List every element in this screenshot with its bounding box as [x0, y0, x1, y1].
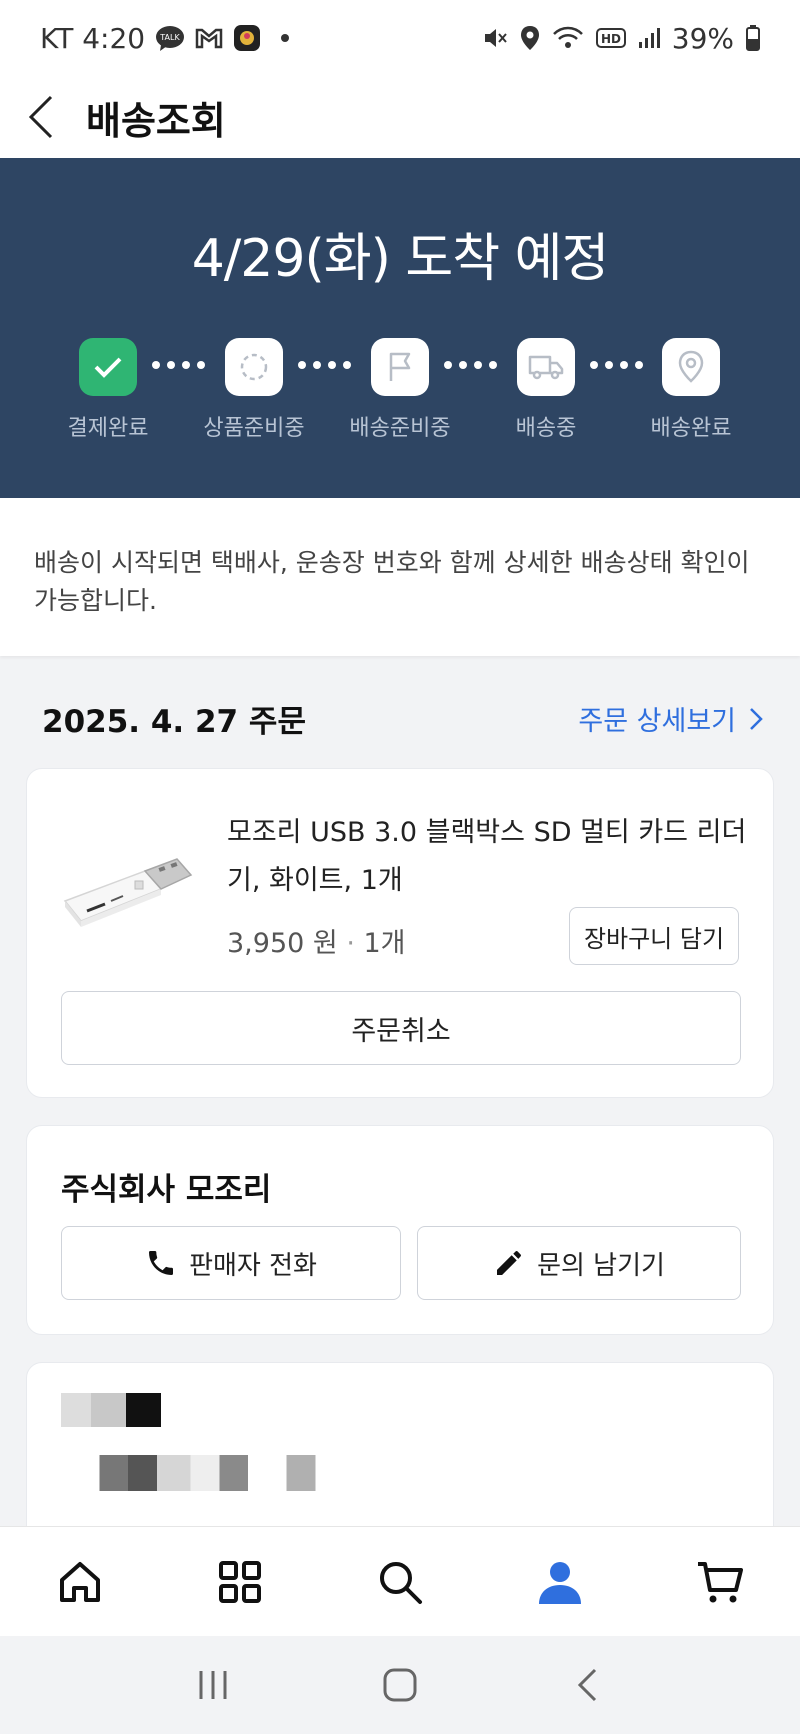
delivery-status-hero: 4/29(화) 도착 예정 결제완료 상품준비중 배송준비중 배송중 배송완료 [0, 158, 800, 498]
check-icon [79, 338, 137, 396]
svg-text:TALK: TALK [159, 33, 180, 42]
recent-apps-button[interactable] [173, 1650, 253, 1720]
step-preparing-shipment: 배송준비중 [335, 338, 465, 442]
signal-icon [638, 27, 660, 49]
recent-apps-icon [199, 1671, 227, 1699]
kakaotalk-icon: TALK [155, 25, 185, 51]
search-icon [380, 1561, 422, 1604]
order-header: 2025. 4. 27 주문 주문 상세보기 [42, 696, 764, 741]
seller-name: 주식회사 모조리 [61, 1172, 272, 1208]
category-icon [219, 1560, 261, 1603]
seller-card: 주식회사 모조리 판매자 전화 문의 남기기 [26, 1125, 774, 1335]
step-label: 상품준비중 [203, 416, 305, 441]
nav-cart[interactable] [640, 1527, 800, 1636]
svg-text:HD: HD [601, 32, 621, 46]
phone-icon [149, 1251, 174, 1275]
nav-search[interactable] [320, 1527, 480, 1636]
eta-title: 4/29(화) 도착 예정 [191, 229, 610, 289]
system-navigation [0, 1636, 800, 1734]
product-price: 3,950 원 [227, 928, 338, 959]
back-system-button[interactable] [547, 1650, 627, 1720]
more-notifications-dot [281, 34, 290, 42]
step-label: 배송중 [515, 416, 577, 441]
call-seller-button[interactable]: 판매자 전화 [61, 1226, 401, 1300]
hd-voice-icon: HD [595, 27, 626, 49]
battery-percent: 39% [671, 21, 734, 55]
cart-icon [698, 1561, 743, 1602]
gmail-icon [195, 27, 223, 49]
tracking-notice: 배송이 시작되면 택배사, 운송장 번호와 함께 상세한 배송상태 확인이 가능… [0, 498, 800, 656]
pencil-icon [497, 1251, 522, 1275]
home-system-button[interactable] [360, 1650, 440, 1720]
step-label: 결제완료 [67, 416, 149, 441]
home-square-icon [383, 1668, 417, 1702]
nav-my-page[interactable] [480, 1527, 640, 1636]
chevron-left-icon [28, 95, 53, 139]
back-button[interactable] [0, 76, 80, 158]
redacted-recipient-phone [61, 1455, 541, 1491]
nav-category[interactable] [160, 1527, 320, 1636]
step-delivered: 배송완료 [626, 338, 756, 442]
product-card: 모조리 USB 3.0 블랙박스 SD 멀티 카드 리더기, 화이트, 1개 3… [26, 768, 774, 1098]
call-seller-label: 판매자 전화 [189, 1250, 317, 1281]
product-quantity: 1개 [363, 928, 406, 959]
location-icon [520, 25, 540, 51]
step-payment-complete: 결제완료 [43, 338, 173, 442]
app-notification-icon [233, 24, 261, 52]
battery-icon [746, 25, 760, 51]
step-label: 배송완료 [650, 416, 732, 441]
step-label: 배송준비중 [349, 416, 451, 441]
wifi-icon [552, 26, 584, 50]
leave-inquiry-button[interactable]: 문의 남기기 [417, 1226, 741, 1300]
flag-icon [371, 338, 429, 396]
order-detail-link[interactable]: 주문 상세보기 [578, 699, 764, 738]
order-detail-label: 주문 상세보기 [578, 706, 736, 737]
my-page-icon [539, 1561, 581, 1604]
nav-home[interactable] [0, 1527, 160, 1636]
add-to-cart-button[interactable]: 장바구니 담기 [569, 907, 739, 965]
price-separator: · [346, 928, 364, 959]
back-chevron-icon [577, 1668, 596, 1702]
loading-circle-icon [225, 338, 283, 396]
page-title: 배송조회 [86, 98, 226, 143]
order-date: 2025. 4. 27 주문 [42, 704, 306, 740]
mute-icon [482, 26, 508, 50]
cancel-order-button[interactable]: 주문취소 [61, 991, 741, 1065]
step-preparing-product: 상품준비중 [189, 338, 319, 442]
carrier-time: KT 4:20 [40, 21, 146, 55]
product-image[interactable] [57, 829, 197, 939]
app-header: 배송조회 [0, 76, 800, 158]
location-pin-icon [662, 338, 720, 396]
status-right: HD 39% [482, 22, 760, 55]
redacted-recipient-name [61, 1393, 161, 1427]
status-bar: KT 4:20 TALK HD 39% [0, 0, 800, 76]
chevron-right-icon [750, 707, 763, 730]
product-name[interactable]: 모조리 USB 3.0 블랙박스 SD 멀티 카드 리더기, 화이트, 1개 [227, 809, 757, 905]
inquiry-label: 문의 남기기 [537, 1250, 665, 1281]
status-left: KT 4:20 TALK [40, 21, 290, 55]
home-icon [60, 1561, 100, 1602]
truck-icon [517, 338, 575, 396]
bottom-nav [0, 1526, 800, 1636]
step-in-transit: 배송중 [481, 338, 611, 442]
product-price-quantity: 3,950 원 · 1개 [227, 921, 406, 960]
